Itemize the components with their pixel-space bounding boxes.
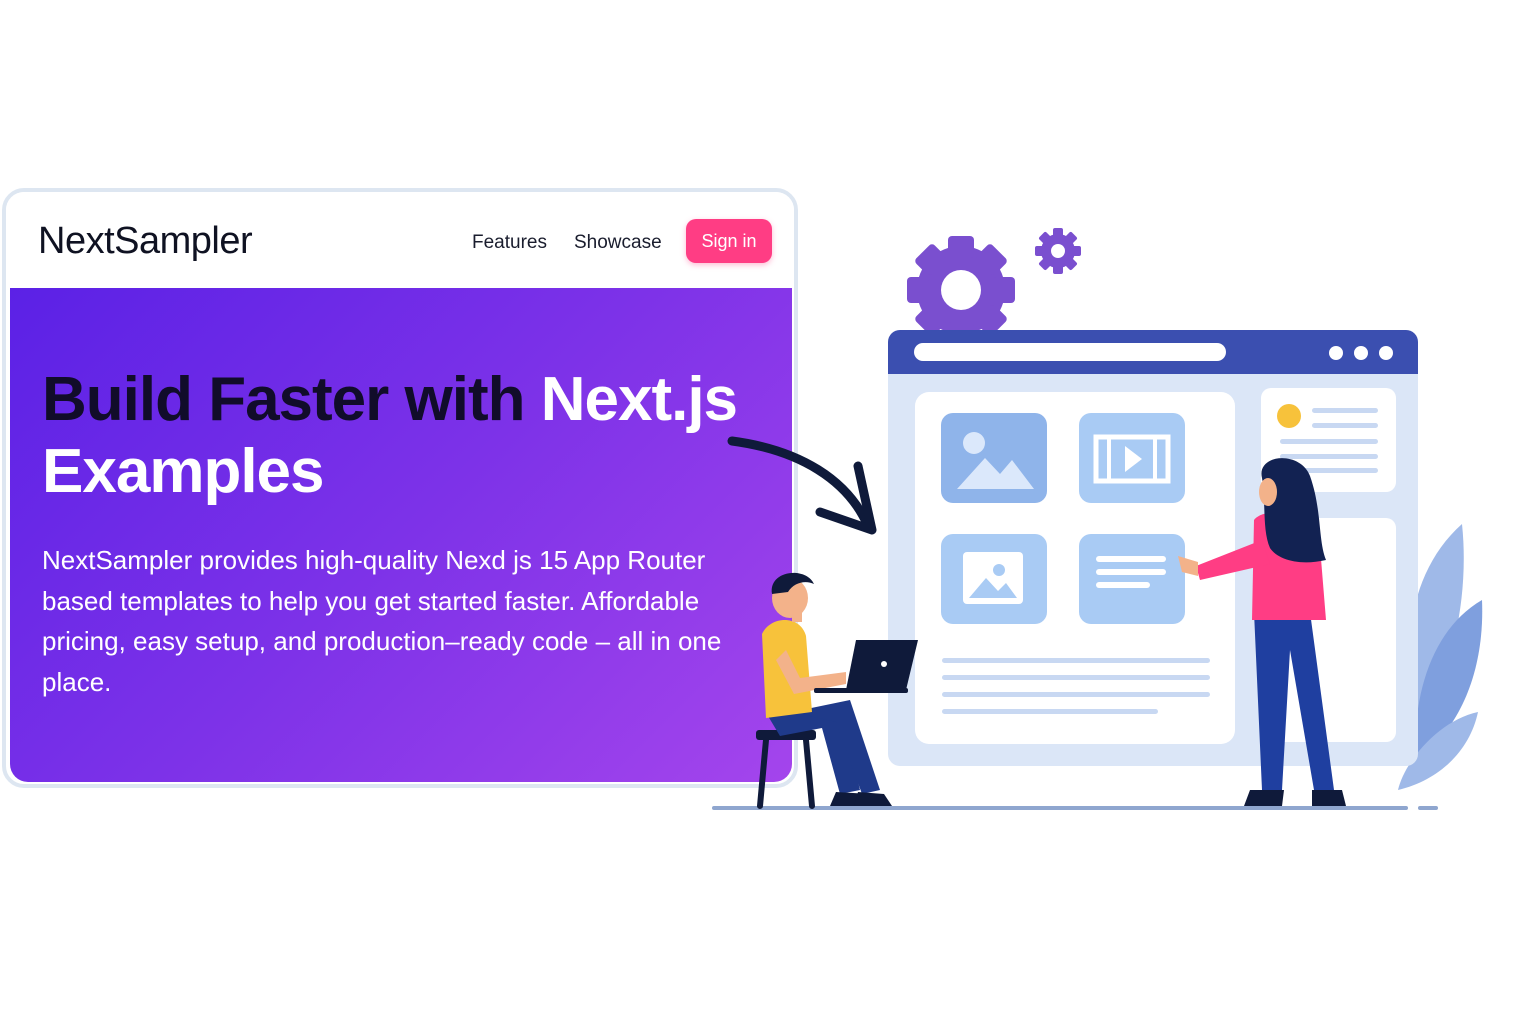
gear-icon [1035, 228, 1081, 274]
hero-illustration [712, 228, 1483, 810]
browser-window-illustration [888, 330, 1418, 766]
arrow-icon [727, 436, 877, 535]
text-lines-icon [1079, 534, 1185, 624]
floor-line [712, 806, 1438, 810]
image-icon [941, 413, 1047, 503]
video-icon [1079, 413, 1185, 503]
gear-icon [907, 236, 1015, 344]
image-icon [941, 534, 1047, 624]
